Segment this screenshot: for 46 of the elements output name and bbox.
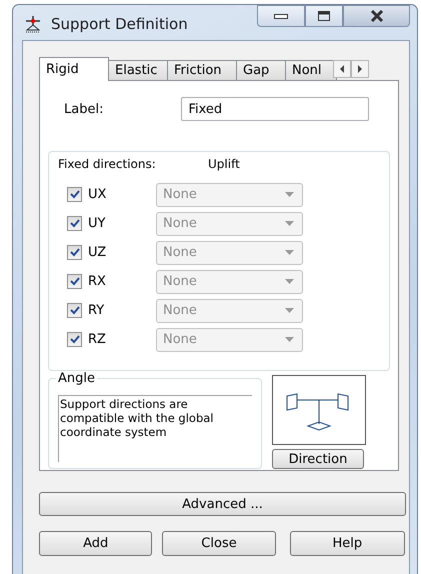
checkmark-icon xyxy=(70,190,80,199)
scroll-left-button[interactable] xyxy=(333,60,351,78)
dropdown-arrow-icon xyxy=(285,308,294,313)
tab[interactable]: Elastic xyxy=(108,60,168,81)
checkmark-icon xyxy=(70,335,80,344)
checkmark-icon xyxy=(70,277,80,286)
angle-description: Support directions are compatible with the global coordinate system xyxy=(58,395,252,462)
dropdown-arrow-icon xyxy=(285,279,294,284)
tab[interactable]: Nonl xyxy=(285,60,337,81)
direction-label: UZ xyxy=(88,245,108,260)
dropdown-arrow-icon xyxy=(285,337,294,342)
direction-label: RX xyxy=(88,274,107,289)
support-icon xyxy=(23,14,43,34)
direction-label: UX xyxy=(88,187,108,202)
checkmark-icon xyxy=(70,219,80,228)
checkmark-icon xyxy=(70,248,80,257)
tab[interactable]: Gap xyxy=(236,60,286,81)
dropdown-arrow-icon xyxy=(285,221,294,226)
direction-label: RY xyxy=(88,303,106,318)
close-icon xyxy=(370,10,384,22)
direction-label: RZ xyxy=(88,332,107,347)
dropdown-arrow-icon xyxy=(285,192,294,197)
dialog-button[interactable]: Add xyxy=(39,531,152,556)
checkmark-icon xyxy=(70,306,80,315)
window-title: Support Definition xyxy=(51,15,188,33)
maximize-button[interactable] xyxy=(305,5,343,27)
label-input[interactable]: Fixed xyxy=(181,97,370,121)
close-button[interactable] xyxy=(343,5,410,27)
dialog-button[interactable]: Close xyxy=(162,531,276,556)
left-arrow-icon xyxy=(339,65,345,73)
dialog-button[interactable]: Help xyxy=(290,531,406,556)
tab[interactable]: Friction xyxy=(167,60,237,81)
angle-title: Angle xyxy=(56,371,97,386)
scroll-right-button[interactable] xyxy=(351,60,369,78)
direction-button[interactable]: Direction xyxy=(272,449,364,469)
dropdown-arrow-icon xyxy=(285,250,294,255)
advanced-button[interactable]: Advanced ... xyxy=(39,492,406,516)
label-caption: Label: xyxy=(64,102,104,116)
right-arrow-icon xyxy=(357,65,363,73)
minimize-button[interactable] xyxy=(257,5,305,27)
tab[interactable]: Rigid xyxy=(39,57,109,81)
fixed-directions-heading: Fixed directions: xyxy=(58,157,157,172)
uplift-heading: Uplift xyxy=(208,157,240,172)
maximize-icon xyxy=(318,11,330,21)
minimize-icon xyxy=(274,14,288,18)
direction-label: UY xyxy=(88,216,106,231)
